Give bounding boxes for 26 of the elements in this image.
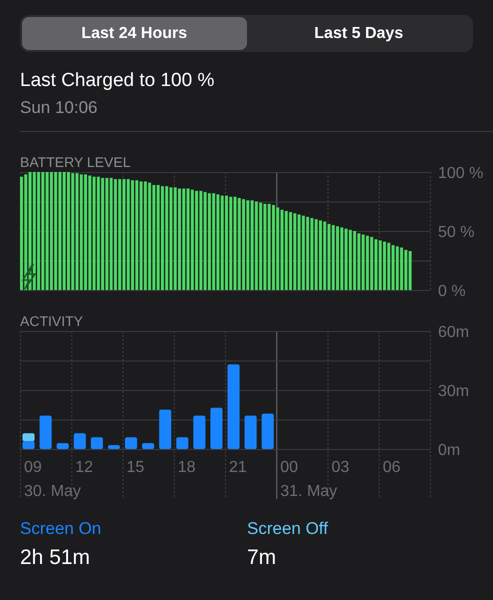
axis-label: 12 — [75, 459, 94, 476]
total-label: Screen Off — [247, 519, 329, 539]
axis-label: 0m — [438, 442, 460, 459]
axis-label: 06 — [382, 459, 401, 476]
axis-label: 0 % — [438, 283, 466, 300]
axis-label: 15 — [126, 459, 144, 476]
axis-label: 21 — [229, 459, 247, 476]
total-label: Screen On — [20, 519, 102, 539]
axis-label: 50 % — [438, 224, 474, 241]
range-tab[interactable]: Last 24 Hours — [22, 17, 246, 50]
axis-label: 18 — [178, 459, 196, 476]
date-label: 30. May — [24, 483, 81, 500]
last-charged-title: Last Charged to 100 % — [20, 70, 216, 92]
axis-label: 00 — [280, 459, 298, 476]
total-value: 2h 51m — [20, 546, 92, 570]
axis-label: 03 — [332, 459, 350, 476]
axis-label: 30m — [438, 383, 470, 400]
date-label: 31. May — [280, 483, 338, 500]
section-heading: BATTERY LEVEL — [20, 154, 132, 170]
total-value: 7m — [247, 546, 278, 570]
axis-label: 60m — [438, 324, 470, 341]
last-charged-time: Sun 10:06 — [20, 98, 99, 118]
axis-label: 100 % — [438, 165, 484, 182]
range-tab[interactable]: Last 5 Days — [246, 17, 471, 50]
axis-label: 09 — [24, 459, 42, 476]
section-heading: ACTIVITY — [20, 313, 84, 329]
